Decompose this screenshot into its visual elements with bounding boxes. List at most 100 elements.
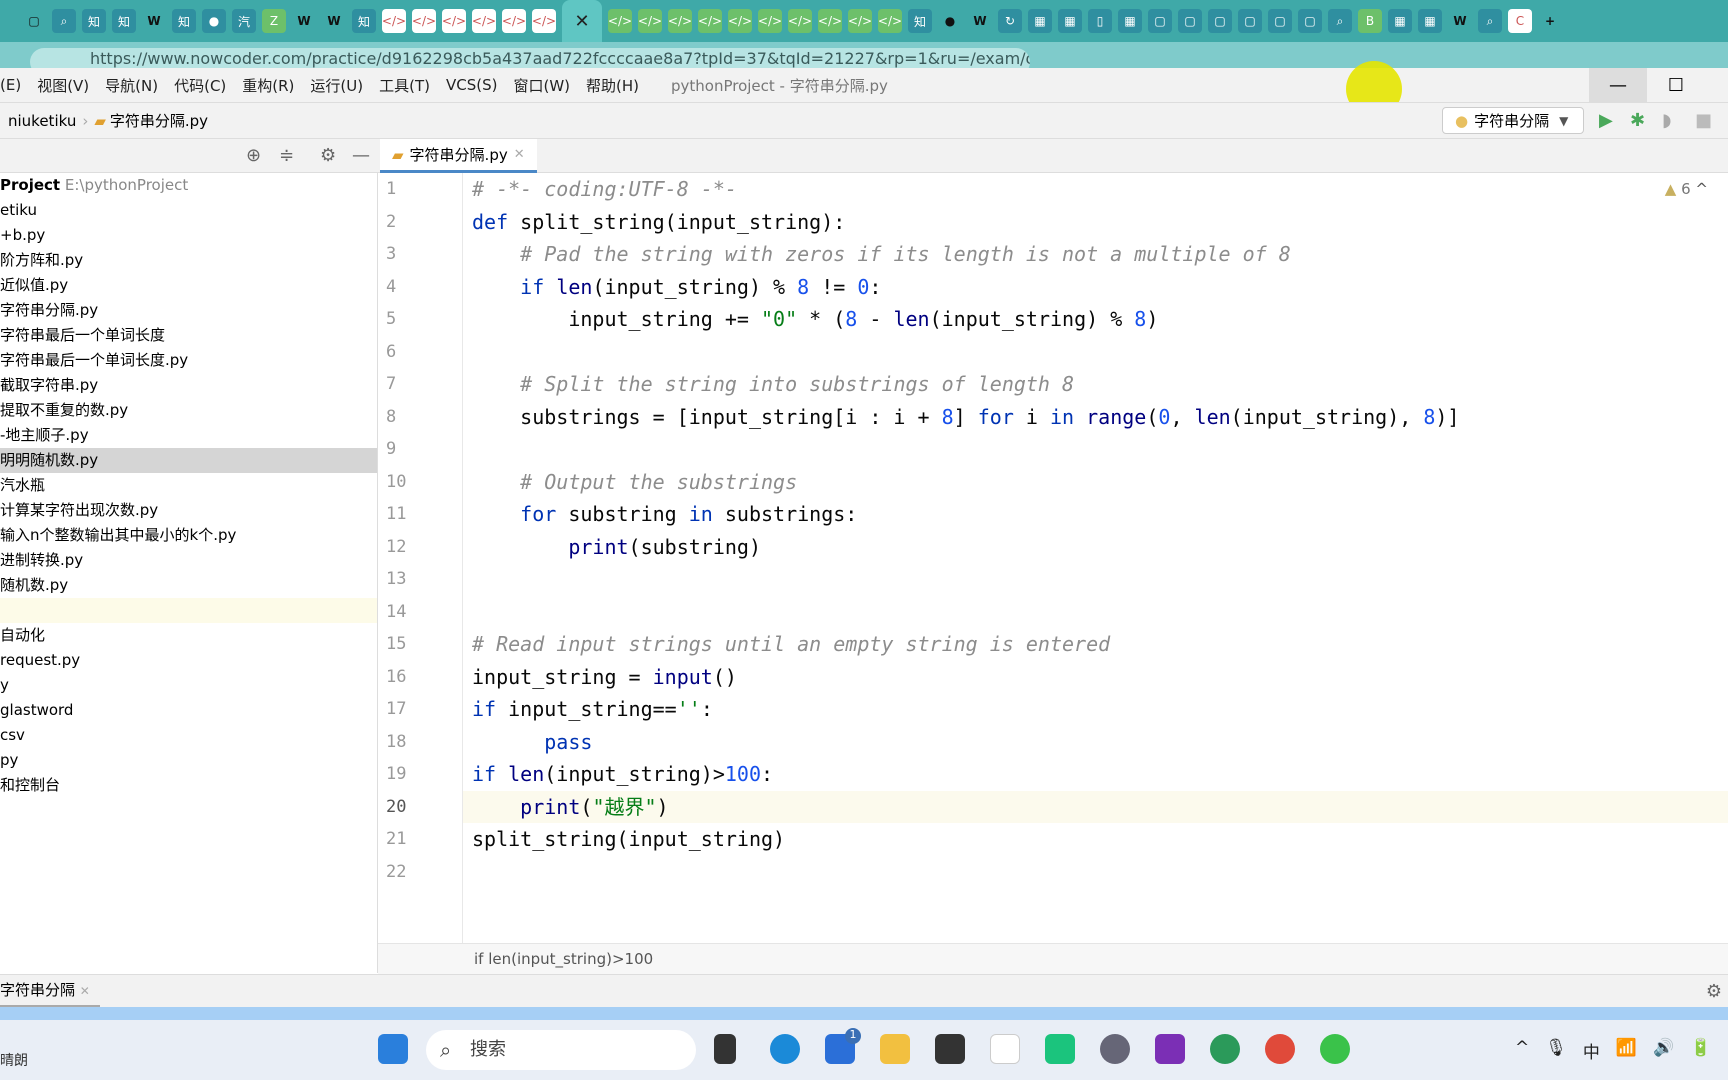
code-line[interactable]: if len(input_string) % 8 != 0: [463,271,1728,304]
nowcoder-icon[interactable]: </> [638,9,662,33]
edge-icon[interactable] [770,1034,800,1064]
app-icon[interactable]: ▦ [1028,9,1052,33]
tray-icon[interactable]: 🔊 [1653,1038,1674,1063]
maximize-button[interactable]: ☐ [1647,68,1705,102]
collapse-icon[interactable]: ≑ [279,145,294,166]
code-line[interactable]: input_string = input() [463,661,1728,694]
code-line[interactable]: input_string += "0" * (8 - len(input_str… [463,303,1728,336]
code-line[interactable] [463,433,1728,466]
tree-item[interactable]: 明明随机数.py [0,448,377,473]
window-icon[interactable]: ▢ [22,9,46,33]
app-icon[interactable]: ▦ [1418,9,1442,33]
code-line[interactable]: pass [463,726,1728,759]
w-icon[interactable]: W [1448,9,1472,33]
w-icon[interactable]: W [292,9,316,33]
code-line[interactable]: for substring in substrings: [463,498,1728,531]
c-icon[interactable]: C [1508,9,1532,33]
windows-start-icon[interactable] [378,1034,408,1064]
code-line[interactable]: if len(input_string)>100: [463,758,1728,791]
tree-item[interactable]: 字符串最后一个单词长度 [0,323,377,348]
code-line[interactable]: print(substring) [463,531,1728,564]
app-icon[interactable] [1210,1034,1240,1064]
app-icon[interactable]: ▢ [1298,9,1322,33]
project-root[interactable]: Project E:\pythonProject [0,173,377,198]
menu-view[interactable]: 视图(V) [37,75,89,96]
tree-item[interactable] [0,598,377,623]
search-icon[interactable]: ⌕ [52,9,76,33]
run-icon[interactable]: ▶ [1599,110,1613,131]
tree-item[interactable]: 截取字符串.py [0,373,377,398]
app-icon[interactable]: ▢ [1178,9,1202,33]
code-line[interactable] [463,596,1728,629]
debug-icon[interactable]: ✱ [1630,110,1645,131]
tree-item[interactable]: 进制转换.py [0,548,377,573]
code-line[interactable]: print("越界") [463,790,1728,823]
zhihu-icon[interactable]: 知 [112,9,136,33]
tray-icon[interactable]: 📶 [1616,1038,1637,1063]
breadcrumb-project[interactable]: niuketiku [8,112,76,130]
menu-run[interactable]: 运行(U) [310,75,363,96]
weather-label[interactable]: 晴朗 [0,1050,28,1070]
code-page-icon[interactable]: </> [472,9,496,33]
tree-item[interactable]: glastword [0,698,377,723]
search-icon[interactable]: ⌕ [1328,9,1352,33]
xmind-icon[interactable] [990,1034,1020,1064]
tree-item[interactable]: 提取不重复的数.py [0,398,377,423]
code-page-icon[interactable]: </> [502,9,526,33]
menu-navigate[interactable]: 导航(N) [105,75,158,96]
menu-edit[interactable]: (E) [0,76,21,94]
tree-item[interactable]: 输入n个整数输出其中最小的k个.py [0,523,377,548]
tree-item[interactable]: request.py [0,648,377,673]
terminal-icon[interactable] [935,1034,965,1064]
app-icon[interactable]: ▦ [1388,9,1412,33]
code-page-icon[interactable]: </> [532,9,556,33]
nowcoder-icon[interactable]: </> [758,9,782,33]
zhihu-icon[interactable]: 知 [172,9,196,33]
code-line[interactable]: # Read input strings until an empty stri… [463,628,1728,661]
tree-item[interactable]: 计算某字符出现次数.py [0,498,377,523]
zhihu-icon[interactable]: 知 [352,9,376,33]
task-view-icon[interactable] [714,1034,736,1064]
w-icon[interactable]: W [968,9,992,33]
app-icon[interactable]: ▢ [1238,9,1262,33]
nowcoder-icon[interactable]: </> [818,9,842,33]
menu-window[interactable]: 窗口(W) [513,75,570,96]
tray-icon[interactable]: 中 [1583,1038,1600,1063]
doc-icon[interactable]: ▯ [1088,9,1112,33]
menu-vcs[interactable]: VCS(S) [446,76,497,94]
tree-item[interactable]: 近似值.py [0,273,377,298]
tree-item[interactable]: 字符串最后一个单词长度.py [0,348,377,373]
tree-item[interactable]: 自动化 [0,623,377,648]
code-line[interactable]: if input_string=='': [463,693,1728,726]
code-line[interactable] [463,336,1728,369]
w-icon[interactable]: W [142,9,166,33]
run-tab[interactable]: 字符串分隔 ✕ [0,975,100,1008]
new-tab-icon[interactable]: + [1538,9,1562,33]
app-icon[interactable]: ▢ [1148,9,1172,33]
search-icon[interactable]: ⌕ [1478,9,1502,33]
breadcrumb-file[interactable]: 字符串分隔.py [110,110,208,131]
settings-icon[interactable] [1100,1034,1130,1064]
close-icon[interactable]: ✕ [514,147,525,162]
nowcoder-icon[interactable]: </> [728,9,752,33]
app-icon[interactable]: ▢ [1208,9,1232,33]
code-line[interactable] [463,856,1728,889]
zhihu-icon[interactable]: 知 [82,9,106,33]
todo-icon[interactable]: 1 [825,1028,861,1064]
warning-indicator[interactable]: ▲ 6 ^ [1665,180,1708,198]
code-page-icon[interactable]: </> [442,9,466,33]
close-icon[interactable]: ✕ [562,0,602,42]
menu-refactor[interactable]: 重构(R) [242,75,294,96]
app-icon[interactable]: ▦ [1118,9,1142,33]
code-line[interactable]: substrings = [input_string[i : i + 8] fo… [463,401,1728,434]
code-breadcrumb[interactable]: if len(input_string)>100 [378,943,1728,974]
stop-icon[interactable]: ■ [1695,110,1712,131]
code-line[interactable] [463,563,1728,596]
nowcoder-icon[interactable]: </> [668,9,692,33]
tree-item[interactable]: y [0,673,377,698]
minimize-button[interactable]: — [1589,68,1647,102]
menu-help[interactable]: 帮助(H) [586,75,639,96]
tray-icon[interactable]: ^ [1515,1038,1529,1063]
hide-icon[interactable]: — [352,145,370,166]
app-icon[interactable]: ▢ [1268,9,1292,33]
